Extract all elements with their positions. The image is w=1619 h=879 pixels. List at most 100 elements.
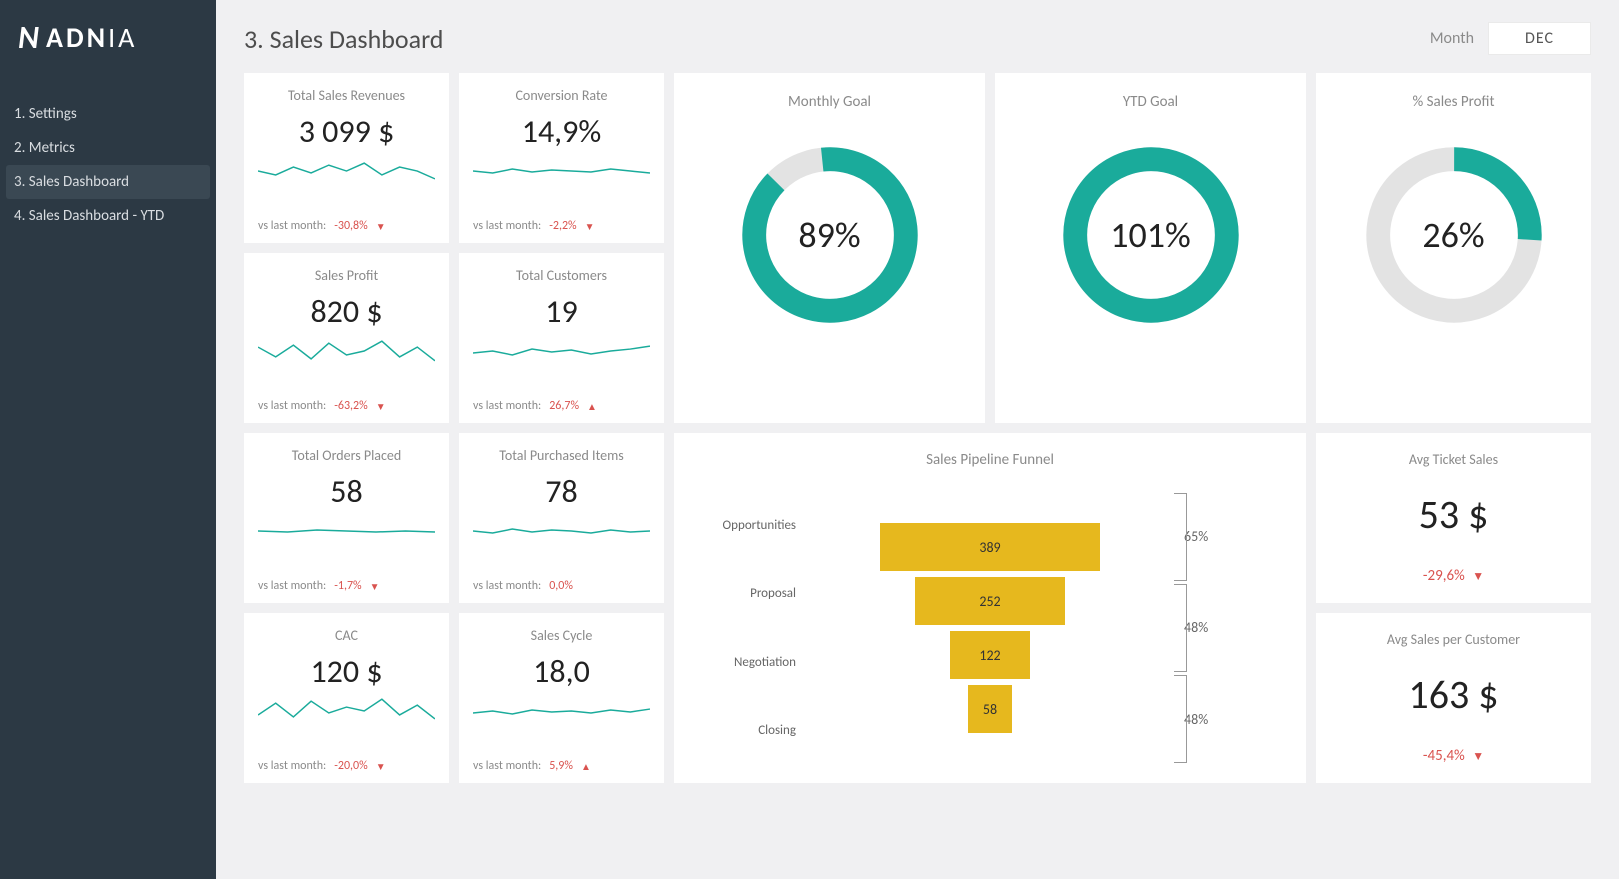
logo-icon: N (18, 18, 36, 57)
kpi-delta-label: vs last month: (473, 219, 541, 233)
kpi-delta-label: vs last month: (473, 759, 541, 773)
arrow-down-icon: ▼ (585, 220, 595, 233)
funnel-bar: 122 (950, 631, 1030, 679)
avg-delta: -45,4% ▼ (1423, 747, 1484, 765)
funnel-conversion-value: 48% (1184, 711, 1208, 728)
arrow-down-icon: ▼ (370, 580, 380, 593)
kpi-value: 58 (330, 472, 362, 511)
kpi-delta-label: vs last month: (473, 399, 541, 413)
avg-delta: -29,6% ▼ (1423, 567, 1484, 585)
sidebar-item-metrics[interactable]: 2. Metrics (0, 131, 216, 165)
sparkline-icon (473, 517, 650, 547)
sidebar-item-sales-dashboard[interactable]: 3. Sales Dashboard (6, 165, 210, 199)
dashboard-grid: Total Sales Revenues 3 099 $ vs last mon… (244, 73, 1591, 861)
kpi-card-total-purchased-items: Total Purchased Items 78 vs last month: … (459, 433, 664, 603)
funnel-conversion-value: 48% (1184, 619, 1208, 636)
page-title: 3. Sales Dashboard (244, 23, 443, 55)
kpi-title: Total Sales Revenues (288, 87, 405, 104)
donut-value: 89% (730, 135, 930, 335)
kpi-delta-value: -63,2% (334, 399, 368, 413)
sparkline-icon (258, 697, 435, 727)
kpi-value: 120 $ (310, 652, 382, 691)
kpi-value: 78 (545, 472, 577, 511)
funnel-label: Closing (698, 723, 796, 738)
kpi-value: 820 $ (310, 292, 382, 331)
sparkline-icon (473, 337, 650, 367)
kpi-card-conversion-rate: Conversion Rate 14,9% vs last month: -2,… (459, 73, 664, 243)
avg-card-sales-per-customer: Avg Sales per Customer 163 $ -45,4% ▼ (1316, 613, 1591, 783)
funnel-bar: 389 (880, 523, 1100, 571)
kpi-card-total-orders: Total Orders Placed 58 vs last month: -1… (244, 433, 449, 603)
sparkline-icon (258, 517, 435, 547)
brand-logo: N ADNIA (0, 18, 216, 97)
kpi-card-cac: CAC 120 $ vs last month: -20,0% ▼ (244, 613, 449, 783)
donut-title: Monthly Goal (788, 93, 871, 111)
avg-title: Avg Sales per Customer (1387, 631, 1520, 648)
kpi-title: Sales Cycle (531, 627, 593, 644)
donut-chart: 101% (1051, 135, 1251, 335)
funnel-label: Negotiation (698, 655, 796, 670)
month-control: Month DEC (1430, 22, 1591, 55)
kpi-value: 14,9% (522, 112, 602, 151)
kpi-delta-label: vs last month: (258, 399, 326, 413)
funnel-body: Opportunities Proposal Negotiation Closi… (698, 491, 1282, 765)
funnel-conversion: 48% (1184, 695, 1282, 743)
donut-card-monthly-goal: Monthly Goal 89% (674, 73, 985, 423)
avg-card-ticket-sales: Avg Ticket Sales 53 $ -29,6% ▼ (1316, 433, 1591, 603)
funnel-label: Proposal (698, 586, 796, 601)
funnel-stage-labels: Opportunities Proposal Negotiation Closi… (698, 491, 808, 765)
funnel-conversions: 65% 48% 48% (1172, 491, 1282, 765)
kpi-delta-value: -30,8% (334, 219, 368, 233)
kpi-delta-label: vs last month: (258, 579, 326, 593)
kpi-delta: vs last month: -2,2% ▼ (473, 219, 650, 233)
sidebar-item-sales-dashboard-ytd[interactable]: 4. Sales Dashboard - YTD (0, 199, 216, 233)
avg-value: 53 $ (1419, 490, 1489, 539)
donut-title: YTD Goal (1123, 93, 1178, 111)
avg-value: 163 $ (1408, 670, 1498, 719)
month-selector[interactable]: DEC (1488, 22, 1591, 55)
arrow-down-icon: ▼ (376, 760, 386, 773)
kpi-card-sales-cycle: Sales Cycle 18,0 vs last month: 5,9% ▲ (459, 613, 664, 783)
donut-chart: 89% (730, 135, 930, 335)
kpi-title: Sales Profit (315, 267, 378, 284)
month-label: Month (1430, 29, 1474, 48)
kpi-delta: vs last month: -1,7% ▼ (258, 579, 435, 593)
kpi-delta-label: vs last month: (258, 219, 326, 233)
arrow-up-icon: ▲ (587, 400, 597, 413)
logo-text: ADNIA (46, 20, 137, 55)
donut-chart: 26% (1354, 135, 1554, 335)
kpi-value: 3 099 $ (299, 112, 395, 151)
arrow-down-icon: ▼ (1472, 750, 1484, 764)
kpi-title: Conversion Rate (515, 87, 607, 104)
funnel-bars: 389 252 122 58 (808, 491, 1172, 765)
arrow-up-icon: ▲ (581, 760, 591, 773)
kpi-delta-value: 26,7% (549, 399, 579, 413)
kpi-delta-label: vs last month: (258, 759, 326, 773)
kpi-delta-value: -20,0% (334, 759, 368, 773)
funnel-conversion: 48% (1184, 604, 1282, 652)
kpi-delta: vs last month: -63,2% ▼ (258, 399, 435, 413)
sparkline-icon (258, 337, 435, 367)
kpi-delta: vs last month: -20,0% ▼ (258, 759, 435, 773)
funnel-bar: 58 (968, 685, 1012, 733)
kpi-value: 18,0 (533, 652, 590, 691)
funnel-card: Sales Pipeline Funnel Opportunities Prop… (674, 433, 1306, 783)
kpi-delta: vs last month: 0,0% (473, 579, 650, 593)
kpi-title: Total Purchased Items (499, 447, 623, 464)
funnel-title: Sales Pipeline Funnel (698, 451, 1282, 469)
kpi-card-sales-profit: Sales Profit 820 $ vs last month: -63,2%… (244, 253, 449, 423)
sidebar-item-settings[interactable]: 1. Settings (0, 97, 216, 131)
donut-card-ytd-goal: YTD Goal 101% (995, 73, 1306, 423)
kpi-value: 19 (545, 292, 577, 331)
donut-value: 101% (1051, 135, 1251, 335)
arrow-down-icon: ▼ (1472, 570, 1484, 584)
kpi-delta-value: 0,0% (549, 579, 573, 593)
funnel-bar: 252 (915, 577, 1065, 625)
logo-text-b: IA (108, 20, 137, 55)
sparkline-icon (258, 157, 435, 187)
kpi-delta-value: -1,7% (334, 579, 361, 593)
arrow-down-icon: ▼ (376, 220, 386, 233)
kpi-title: Total Customers (516, 267, 607, 284)
sparkline-icon (473, 157, 650, 187)
kpi-delta-value: -2,2% (549, 219, 576, 233)
